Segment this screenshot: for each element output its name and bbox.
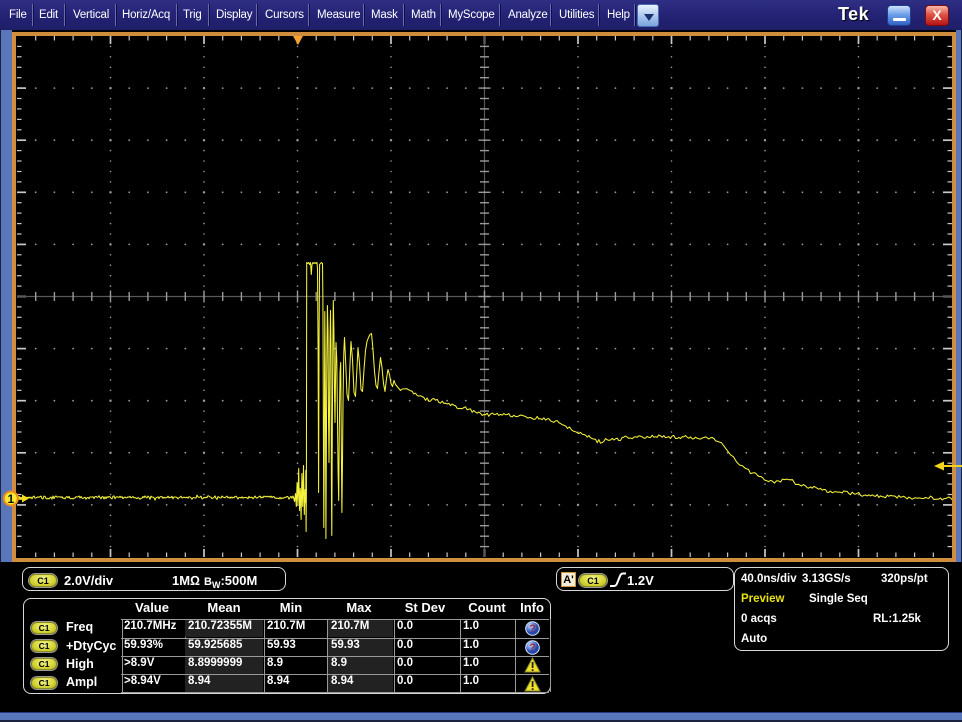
svg-text:1: 1 [7, 491, 14, 505]
svg-text:?: ? [529, 623, 536, 635]
svg-text:?: ? [529, 642, 536, 654]
